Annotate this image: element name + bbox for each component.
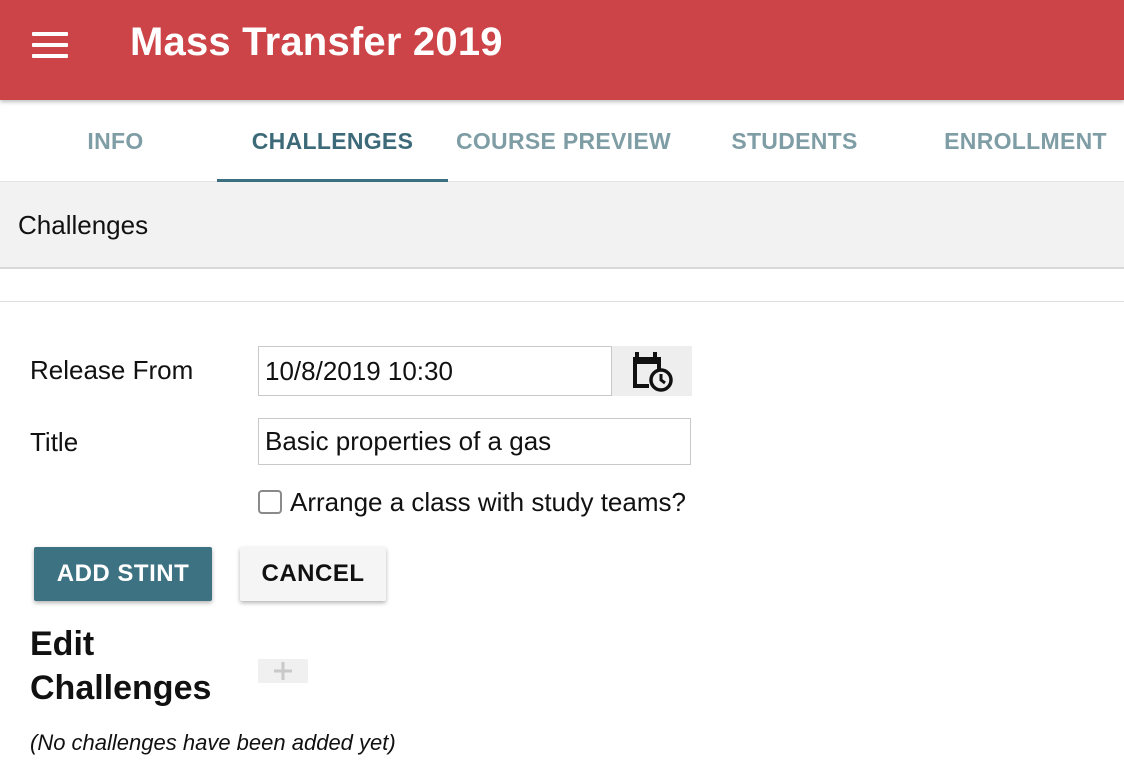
tab-students[interactable]: STUDENTS <box>679 100 910 182</box>
calendar-clock-icon <box>633 352 673 392</box>
empty-challenges-message: (No challenges have been added yet) <box>30 730 396 755</box>
calendar-picker-button[interactable] <box>612 346 692 396</box>
section-header: Challenges <box>0 182 1124 269</box>
release-from-label: Release From <box>30 355 194 385</box>
study-teams-label[interactable]: Arrange a class with study teams? <box>290 487 686 518</box>
tab-info[interactable]: INFO <box>0 100 231 182</box>
hamburger-menu-icon <box>32 32 68 36</box>
tab-challenges[interactable]: CHALLENGES <box>217 100 448 182</box>
plus-icon <box>274 662 292 680</box>
title-input[interactable] <box>258 418 691 465</box>
tab-bar: INFO CHALLENGES COURSE PREVIEW STUDENTS … <box>0 100 1124 182</box>
divider <box>0 301 1124 302</box>
add-stint-button[interactable]: ADD STINT <box>34 547 212 601</box>
cancel-button[interactable]: CANCEL <box>240 547 386 601</box>
edit-challenges-heading: Edit Challenges <box>30 625 212 707</box>
study-teams-checkbox[interactable] <box>258 490 282 514</box>
section-title: Challenges <box>18 210 149 240</box>
tab-course-preview[interactable]: COURSE PREVIEW <box>448 100 679 182</box>
app-bar: Mass Transfer 2019 <box>0 0 1124 100</box>
hamburger-menu-icon-line <box>32 54 68 58</box>
release-from-input[interactable] <box>258 346 612 396</box>
hamburger-menu-icon-line <box>32 43 68 47</box>
title-label: Title <box>30 427 79 457</box>
app-title: Mass Transfer 2019 <box>130 20 503 64</box>
add-challenge-button[interactable] <box>258 659 308 683</box>
menu-button[interactable] <box>28 30 72 60</box>
tab-enrollment[interactable]: ENROLLMENT <box>910 100 1124 182</box>
